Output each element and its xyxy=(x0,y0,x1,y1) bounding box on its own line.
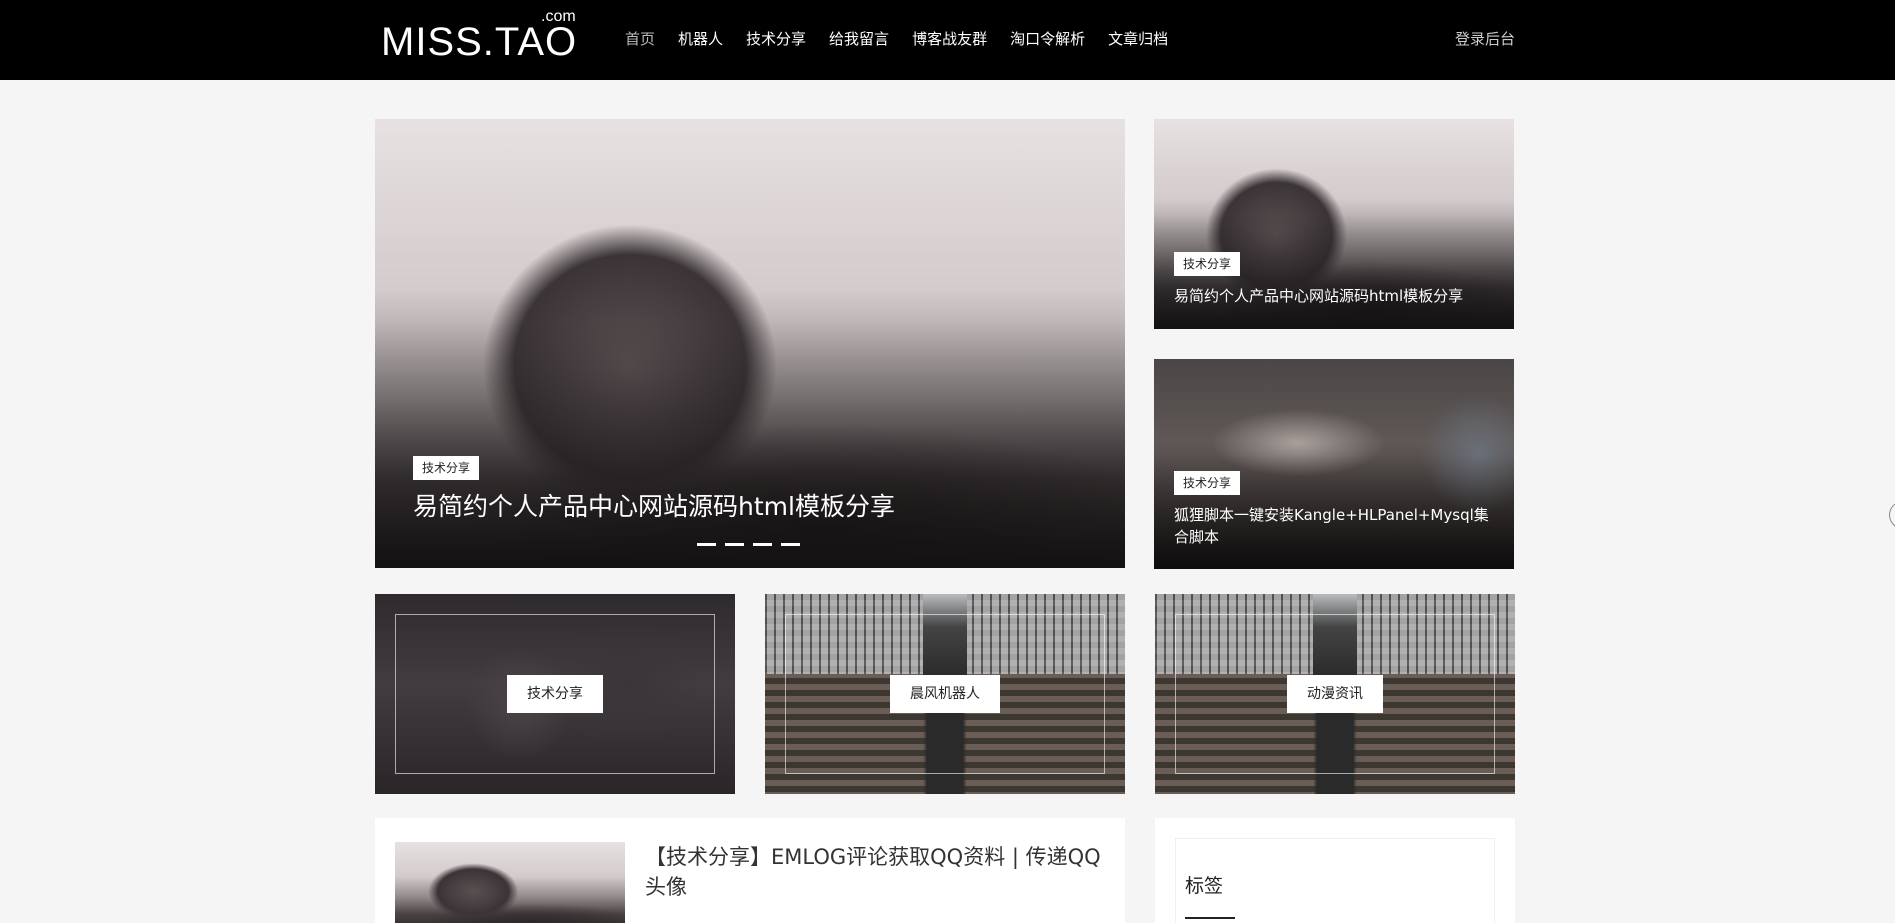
category-label[interactable]: 技术分享 xyxy=(507,675,603,713)
side-post-card[interactable]: 技术分享 狐狸脚本一键安装Kangle+HLPanel+Mysql集合脚本 xyxy=(1154,359,1514,569)
sidebar-title-underline xyxy=(1185,917,1235,919)
category-tile[interactable]: 技术分享 xyxy=(375,594,735,794)
featured-slider[interactable]: 技术分享 易简约个人产品中心网站源码html模板分享 xyxy=(375,119,1125,568)
category-tile[interactable]: 晨风机器人 xyxy=(765,594,1125,794)
slider-title[interactable]: 易简约个人产品中心网站源码html模板分享 xyxy=(413,489,895,525)
sidebar-widget-tags: 标签 xyxy=(1155,818,1515,923)
post-title[interactable]: 【技术分享】EMLOG评论获取QQ资料 | 传递QQ头像 xyxy=(645,842,1110,902)
nav-item-guestbook[interactable]: 给我留言 xyxy=(829,28,889,50)
slider-pagination xyxy=(697,543,800,546)
side-post-tag[interactable]: 技术分享 xyxy=(1174,471,1241,495)
nav-item-taokouling[interactable]: 淘口令解析 xyxy=(1010,28,1085,50)
sidebar-widget-title: 标签 xyxy=(1185,875,1224,897)
slider-dot[interactable] xyxy=(725,543,744,546)
category-tile[interactable]: 动漫资讯 xyxy=(1155,594,1515,794)
site-header: MISS.TAO .com 首页 机器人 技术分享 给我留言 博客战友群 淘口令… xyxy=(0,0,1895,80)
side-float-button[interactable] xyxy=(1889,501,1895,529)
category-label[interactable]: 晨风机器人 xyxy=(890,675,1000,713)
post-list-item: 【技术分享】EMLOG评论获取QQ资料 | 传递QQ头像 xyxy=(375,818,1125,923)
side-post-title[interactable]: 狐狸脚本一键安装Kangle+HLPanel+Mysql集合脚本 xyxy=(1174,504,1499,548)
category-label[interactable]: 动漫资讯 xyxy=(1287,675,1383,713)
nav-item-home[interactable]: 首页 xyxy=(625,28,655,50)
slider-shade xyxy=(375,321,1125,568)
nav-item-robot[interactable]: 机器人 xyxy=(678,28,723,50)
post-thumbnail[interactable] xyxy=(395,842,625,923)
side-post-title[interactable]: 易简约个人产品中心网站源码html模板分享 xyxy=(1174,285,1463,307)
slider-category-tag[interactable]: 技术分享 xyxy=(413,456,480,480)
slider-dot[interactable] xyxy=(753,543,772,546)
side-post-card[interactable]: 技术分享 易简约个人产品中心网站源码html模板分享 xyxy=(1154,119,1514,329)
login-link[interactable]: 登录后台 xyxy=(1455,28,1515,50)
main-nav: 首页 机器人 技术分享 给我留言 博客战友群 淘口令解析 文章归档 xyxy=(625,28,1191,50)
side-post-tag[interactable]: 技术分享 xyxy=(1174,252,1241,276)
slider-dot[interactable] xyxy=(697,543,716,546)
slider-dot[interactable] xyxy=(781,543,800,546)
logo-domain-suffix: .com xyxy=(541,8,576,25)
nav-item-archive[interactable]: 文章归档 xyxy=(1108,28,1168,50)
nav-item-blog-group[interactable]: 博客战友群 xyxy=(912,28,987,50)
nav-item-tech-share[interactable]: 技术分享 xyxy=(746,28,806,50)
